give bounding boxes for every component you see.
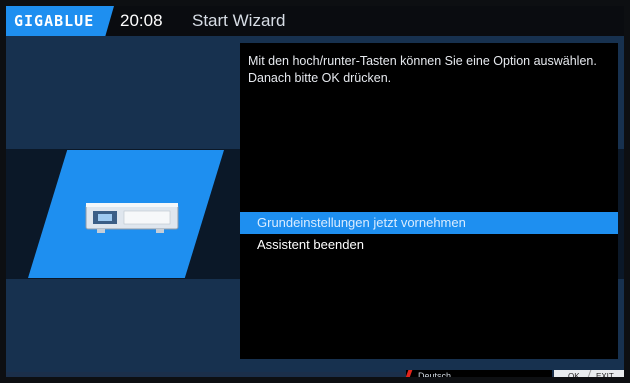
wizard-panel: Mit den hoch/runter-Tasten können Sie ei… (240, 43, 618, 359)
option-list: Grundeinstellungen jetzt vornehmen Assis… (240, 212, 618, 256)
language-marker (403, 370, 413, 383)
key-separator (585, 370, 592, 383)
option-exit-wizard[interactable]: Assistent beenden (240, 234, 618, 256)
clock: 20:08 (120, 11, 163, 30)
ok-key-hint[interactable]: OK (568, 370, 580, 383)
top-bar: GIGABLUE 20:08 Start Wizard (6, 6, 624, 36)
brand-logo-text: GIGABLUE (14, 12, 95, 30)
brand-logo: GIGABLUE (6, 6, 114, 36)
receiver-device-icon (85, 203, 179, 233)
language-indicator[interactable]: Deutsch (403, 370, 552, 383)
key-hints: OK EXIT (554, 370, 624, 383)
instruction-text: Mit den hoch/runter-Tasten können Sie ei… (248, 54, 597, 85)
bottom-bar: Deutsch OK EXIT (6, 370, 624, 383)
exit-key-hint[interactable]: EXIT (596, 370, 614, 383)
language-label: Deutsch (418, 371, 452, 381)
screen-title: Start Wizard (192, 11, 286, 30)
option-setup-now[interactable]: Grundeinstellungen jetzt vornehmen (240, 212, 618, 234)
